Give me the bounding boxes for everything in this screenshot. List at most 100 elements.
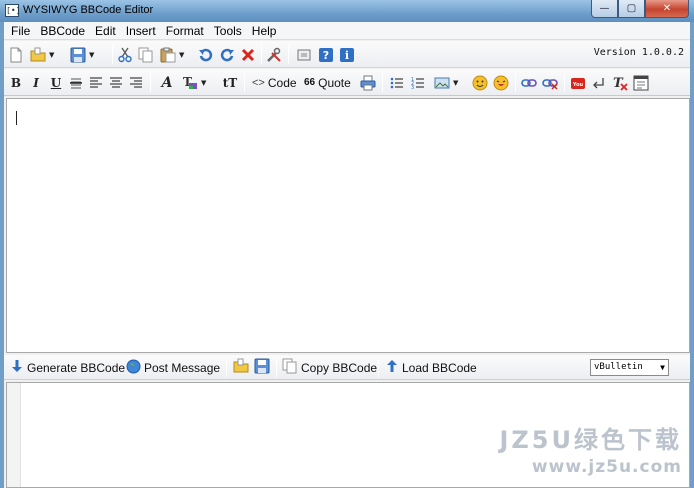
align-center-icon [108,75,124,91]
font-size-button[interactable]: tT [220,73,240,92]
chevron-down-icon[interactable]: ▼ [49,51,54,59]
toolbar-separator [378,358,379,377]
align-right-icon [128,75,144,91]
numbered-list-icon: 123 [410,75,426,91]
clear-format-icon: T [612,75,628,91]
open-bbcode-button[interactable] [233,358,249,377]
save-icon [254,358,270,377]
chevron-down-icon[interactable]: ▼ [179,51,184,59]
redo-button[interactable] [219,45,235,64]
menu-format[interactable]: Format [161,22,209,40]
undo-button[interactable] [198,45,214,64]
save-bbcode-button[interactable] [254,358,270,377]
source-view-icon [633,75,649,91]
text-color-icon: T [182,75,198,91]
align-center-button[interactable] [108,73,124,92]
menu-edit[interactable]: Edit [90,22,121,40]
emoticon-alt-button[interactable] [493,73,509,92]
bold-button[interactable]: B [8,73,24,92]
minimize-button[interactable]: — [591,0,618,18]
align-right-button[interactable] [128,73,144,92]
menu-file[interactable]: File [6,22,35,40]
generate-bbcode-label: Generate BBCode [27,360,126,375]
copy-icon [138,47,154,63]
image-button[interactable]: ▼ [434,73,458,92]
open-button[interactable]: ▼ [30,45,54,64]
info-icon: i [339,47,355,63]
window-button[interactable] [296,45,312,64]
maximize-button[interactable]: ▢ [618,0,645,18]
remove-link-button[interactable] [542,73,558,92]
info-button[interactable]: i [339,45,355,64]
menu-help[interactable]: Help [247,22,282,40]
italic-button[interactable]: I [28,73,44,92]
chevron-down-icon: ▼ [660,363,665,372]
youtube-button[interactable]: You [570,73,586,92]
wysiwyg-editor[interactable] [6,98,690,353]
copy-icon [282,358,298,377]
cut-icon [117,47,133,63]
align-left-button[interactable] [88,73,104,92]
quote-label: Quote [318,75,351,90]
chevron-down-icon[interactable]: ▼ [201,79,206,87]
forum-format-select[interactable]: vBulletin ▼ [590,359,669,376]
tools-button[interactable] [266,45,282,64]
bullet-list-button[interactable] [389,73,405,92]
quote-button[interactable]: 66 Quote [301,73,351,92]
code-button[interactable]: <> Code [249,73,297,92]
format-toolbar: B I U A T ▼ tT <> Code 66 Quote 1 2 3 ▼ … [4,69,690,96]
quote-icon: 66 [304,77,316,88]
cut-button[interactable] [117,45,133,64]
emoticon-button[interactable] [472,73,488,92]
text-color-button[interactable]: T ▼ [182,73,206,92]
underline-button[interactable]: U [48,73,64,92]
strikethrough-icon [68,75,84,91]
arrow-down-icon [10,359,24,376]
source-view-button[interactable] [633,73,649,92]
close-button[interactable]: ✕ [645,0,689,18]
align-left-icon [88,75,104,91]
watermark-logo: JZ5U绿色下载 [499,426,682,454]
chevron-down-icon[interactable]: ▼ [453,79,458,87]
new-file-icon [8,47,24,63]
app-icon: [•] [5,4,21,17]
unlink-icon [542,75,558,91]
title-bar: [•] WYSIWYG BBCode Editor — ▢ ✕ [0,0,694,22]
generate-bbcode-button[interactable]: Generate BBCode [10,358,125,377]
menu-tools[interactable]: Tools [209,22,247,40]
toolbar-separator [226,358,227,377]
load-bbcode-button[interactable]: Load BBCode [385,358,477,377]
toolbar-separator [515,73,516,92]
code-icon: <> [252,76,265,89]
toolbar-separator [564,73,565,92]
action-bar: Generate BBCode Post Message Copy BBCode… [4,355,690,380]
copy-bbcode-button[interactable]: Copy BBCode [282,358,377,377]
print-button[interactable] [360,73,376,92]
arrow-up-icon [385,359,399,376]
clear-format-button[interactable]: T [612,73,628,92]
menu-bar: File BBCode Edit Insert Format Tools Hel… [4,22,690,40]
save-button[interactable]: ▼ [70,45,94,64]
toolbar-separator [382,73,383,92]
smiley-icon [472,75,488,91]
insert-link-button[interactable] [521,73,537,92]
svg-text:You: You [572,82,584,88]
new-file-button[interactable] [8,45,24,64]
open-folder-icon [233,358,249,377]
paste-button[interactable]: ▼ [160,45,184,64]
help-button[interactable]: ? [318,45,334,64]
font-button[interactable]: A [159,73,175,92]
strikethrough-button[interactable] [68,73,84,92]
line-break-button[interactable] [591,73,607,92]
menu-bbcode[interactable]: BBCode [35,22,90,40]
numbered-list-button[interactable]: 123 [410,73,426,92]
toolbar-separator [276,358,277,377]
menu-insert[interactable]: Insert [121,22,161,40]
delete-button[interactable] [240,45,256,64]
main-toolbar: ▼ ▼ ▼ ? i Version 1.0.0.2 [4,41,690,68]
copy-bbcode-label: Copy BBCode [301,360,378,375]
post-message-button[interactable]: Post Message [126,358,220,377]
chevron-down-icon[interactable]: ▼ [89,51,94,59]
svg-text:i: i [345,49,349,62]
copy-button[interactable] [138,45,154,64]
